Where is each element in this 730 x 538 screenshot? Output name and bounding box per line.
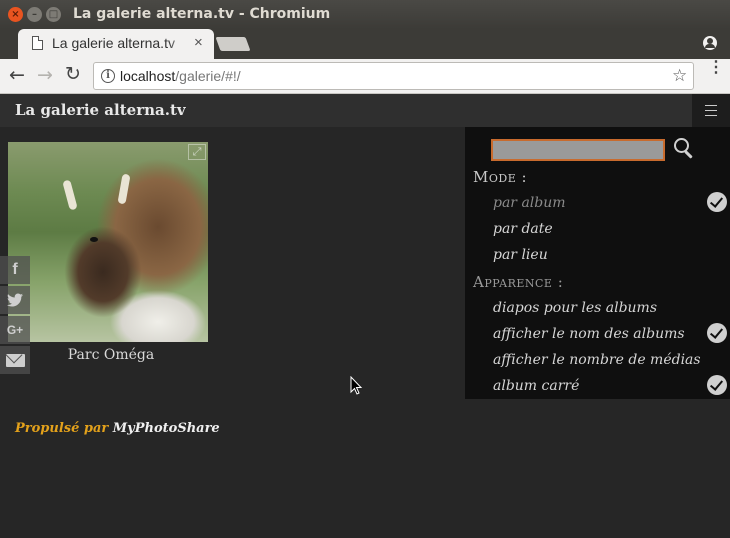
tab-title: La galerie alterna.tv <box>52 35 188 51</box>
window-minimize-button[interactable]: – <box>27 7 42 22</box>
page-icon <box>32 36 43 50</box>
myphotoshare-link[interactable]: MyPhotoShare <box>113 421 220 436</box>
checkmark-icon <box>707 323 727 343</box>
mode-item-by-album[interactable]: par album <box>493 195 566 211</box>
album-thumbnail[interactable]: ⤢ <box>8 142 208 342</box>
mode-item-by-place[interactable]: par lieu <box>493 247 548 263</box>
appearance-heading: Apparence : <box>473 273 564 291</box>
hamburger-menu-button[interactable] <box>692 94 730 127</box>
album-caption[interactable]: Parc Oméga <box>8 347 214 363</box>
appearance-item-album-slides[interactable]: diapos pour les albums <box>493 300 657 316</box>
mode-heading: Mode : <box>473 168 528 186</box>
mode-item-by-date[interactable]: par date <box>493 221 553 237</box>
checkmark-icon <box>707 375 727 395</box>
mouse-cursor-icon <box>350 376 363 395</box>
bison-eye <box>90 237 98 242</box>
email-icon[interactable] <box>0 346 30 374</box>
appearance-item-show-album-names[interactable]: afficher le nom des albums <box>493 326 685 342</box>
new-tab-button[interactable] <box>215 37 251 51</box>
bison-horn-left <box>62 179 78 211</box>
site-title[interactable]: La galerie alterna.tv <box>15 101 186 119</box>
appearance-item-square-album[interactable]: album carré <box>493 378 579 394</box>
tab-close-icon[interactable]: × <box>194 34 203 51</box>
facebook-icon[interactable]: f <box>0 256 30 284</box>
window-close-button[interactable]: × <box>8 7 23 22</box>
side-menu: Mode : par album par date par lieu Appar… <box>465 127 730 399</box>
search-input[interactable] <box>491 139 665 161</box>
page-content: La galerie alterna.tv ⤢ Parc Oméga f G+ … <box>0 94 730 538</box>
window-titlebar: × – □ La galerie alterna.tv - Chromium <box>0 0 730 29</box>
bookmark-star-icon[interactable]: ☆ <box>672 66 687 86</box>
address-bar[interactable]: i localhost/galerie/#!/ ☆ <box>93 62 694 90</box>
share-bar: f G+ <box>0 256 30 376</box>
browser-tab[interactable]: La galerie alterna.tv × <box>18 29 214 59</box>
reload-icon[interactable]: ↻ <box>65 63 81 85</box>
twitter-icon[interactable] <box>0 286 30 314</box>
site-header: La galerie alterna.tv <box>0 94 730 127</box>
forward-arrow-icon[interactable]: → <box>37 64 53 86</box>
footer: Propulsé par MyPhotoShare <box>15 421 220 436</box>
google-plus-icon[interactable]: G+ <box>0 316 30 344</box>
appearance-item-show-media-count[interactable]: afficher le nombre de médias <box>493 352 701 368</box>
expand-icon[interactable]: ⤢ <box>188 144 206 160</box>
url-text[interactable]: localhost/galerie/#!/ <box>120 68 241 84</box>
search-icon[interactable] <box>674 138 694 158</box>
window-maximize-button[interactable]: □ <box>46 7 61 22</box>
browser-menu-icon[interactable]: ⋮ <box>708 60 724 76</box>
envelope-shape <box>6 354 25 367</box>
powered-by-text: Propulsé par <box>15 421 109 436</box>
url-path: /galerie/#!/ <box>175 68 241 84</box>
bison-horn-right <box>117 173 131 205</box>
info-icon[interactable]: i <box>101 69 115 83</box>
checkmark-icon <box>707 192 727 212</box>
profile-icon[interactable] <box>703 36 717 50</box>
hamburger-icon <box>705 105 717 116</box>
browser-toolbar: ← → ↻ i localhost/galerie/#!/ ☆ ⋮ <box>0 59 730 94</box>
window-title: La galerie alterna.tv - Chromium <box>73 6 331 22</box>
back-arrow-icon[interactable]: ← <box>9 64 25 86</box>
url-host: localhost <box>120 68 176 84</box>
tab-strip: La galerie alterna.tv × <box>0 29 730 59</box>
